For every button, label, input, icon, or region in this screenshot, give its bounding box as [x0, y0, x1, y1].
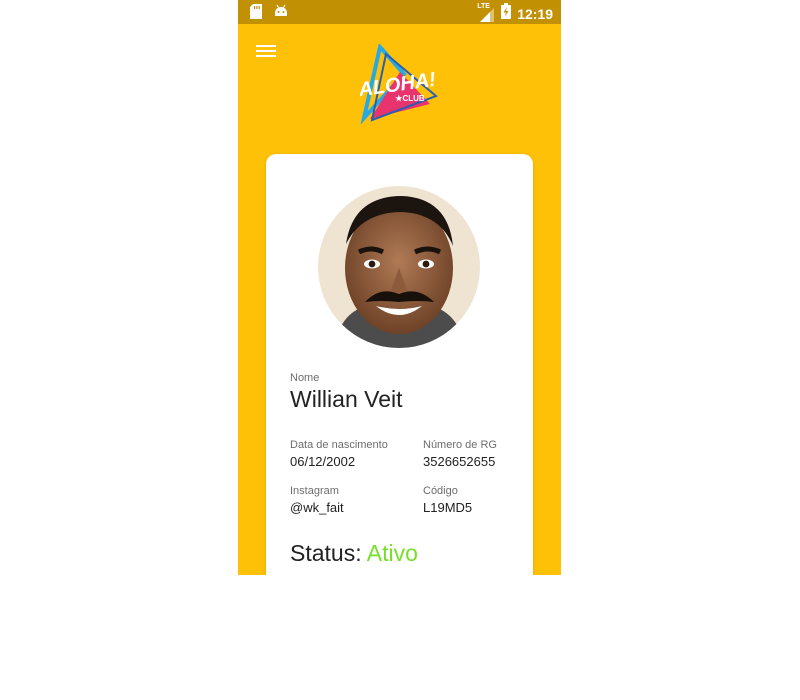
code-value: L19MD5 — [423, 500, 473, 515]
status-bar: LTE 12:19 — [238, 0, 561, 24]
instagram-value: @wk_fait — [290, 500, 344, 515]
battery-charging-icon — [501, 3, 512, 24]
phone-screen: LTE 12:19 ALOHA! ★CLUB Nome Willian Veit… — [238, 0, 561, 575]
rg-value: 3526652655 — [423, 454, 496, 469]
birth-date-value: 06/12/2002 — [290, 454, 356, 469]
sdcard-icon — [250, 4, 262, 24]
instagram-label: Instagram — [290, 485, 339, 497]
profile-photo — [318, 186, 480, 348]
svg-text:★CLUB: ★CLUB — [395, 94, 425, 103]
name-value: Willian Veit — [290, 386, 403, 412]
status-label: Status: — [290, 540, 362, 566]
hamburger-menu-icon[interactable] — [256, 43, 276, 61]
status-line: Status: Ativo — [290, 540, 418, 567]
birth-date-label: Data de nascimento — [290, 439, 388, 451]
membership-card: Nome Willian Veit Data de nascimento 06/… — [266, 154, 533, 575]
aloha-club-logo: ALOHA! ★CLUB — [356, 42, 440, 125]
clock: 12:19 — [517, 5, 553, 22]
code-label: Código — [423, 485, 458, 497]
name-label: Nome — [290, 372, 320, 384]
status-badge: Ativo — [366, 540, 418, 566]
rg-label: Número de RG — [423, 439, 497, 451]
android-icon — [274, 4, 288, 24]
signal-icon: LTE — [477, 3, 495, 22]
